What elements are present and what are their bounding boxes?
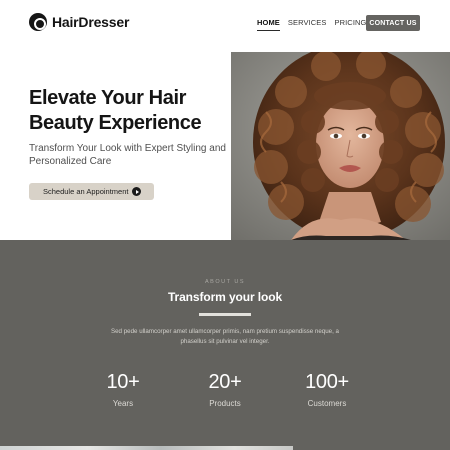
stat-years: 10+ Years (78, 371, 168, 408)
brand-name: HairDresser (52, 14, 130, 30)
about-description: Sed pede ullamcorper amet ullamcorper pr… (110, 328, 340, 345)
site-header: HairDresser HOME SERVICES PRICING CONTAC… (0, 0, 450, 46)
about-title: Transform your look (167, 290, 283, 304)
stat-products: 20+ Products (180, 371, 270, 408)
circle-logo-icon (29, 13, 47, 31)
hero-subtitle: Transform Your Look with Expert Styling … (29, 143, 226, 167)
schedule-appointment-button[interactable]: Schedule an Appointment (29, 183, 154, 200)
stat-label: Customers (307, 399, 347, 408)
main-nav: HOME SERVICES PRICING (257, 18, 366, 31)
stat-label: Products (209, 399, 241, 408)
stat-customers: 100+ Customers (282, 371, 372, 408)
arrow-right-circle-icon (132, 187, 141, 196)
contact-us-button[interactable]: CONTACT US (366, 15, 420, 31)
nav-pricing[interactable]: PRICING (335, 18, 367, 31)
hero-section: Elevate Your Hair Beauty Experience Tran… (0, 52, 450, 240)
brand-logo[interactable]: HairDresser (29, 13, 129, 31)
about-divider (199, 313, 251, 316)
cta-label: Schedule an Appointment (43, 187, 129, 196)
portrait-illustration (231, 52, 450, 240)
stat-value: 10+ (106, 371, 140, 393)
nav-home[interactable]: HOME (257, 18, 280, 31)
stat-label: Years (112, 399, 134, 408)
about-eyebrow: ABOUT US (204, 279, 245, 285)
hero-title: Elevate Your Hair Beauty Experience (29, 87, 202, 134)
stat-value: 100+ (305, 371, 349, 393)
hero-portrait-image (231, 52, 450, 240)
nav-services[interactable]: SERVICES (288, 18, 327, 31)
about-section: ABOUT US Transform your look Sed pede ul… (0, 240, 450, 450)
gallery-image-strip (0, 446, 293, 450)
stat-value: 20+ (208, 371, 242, 393)
